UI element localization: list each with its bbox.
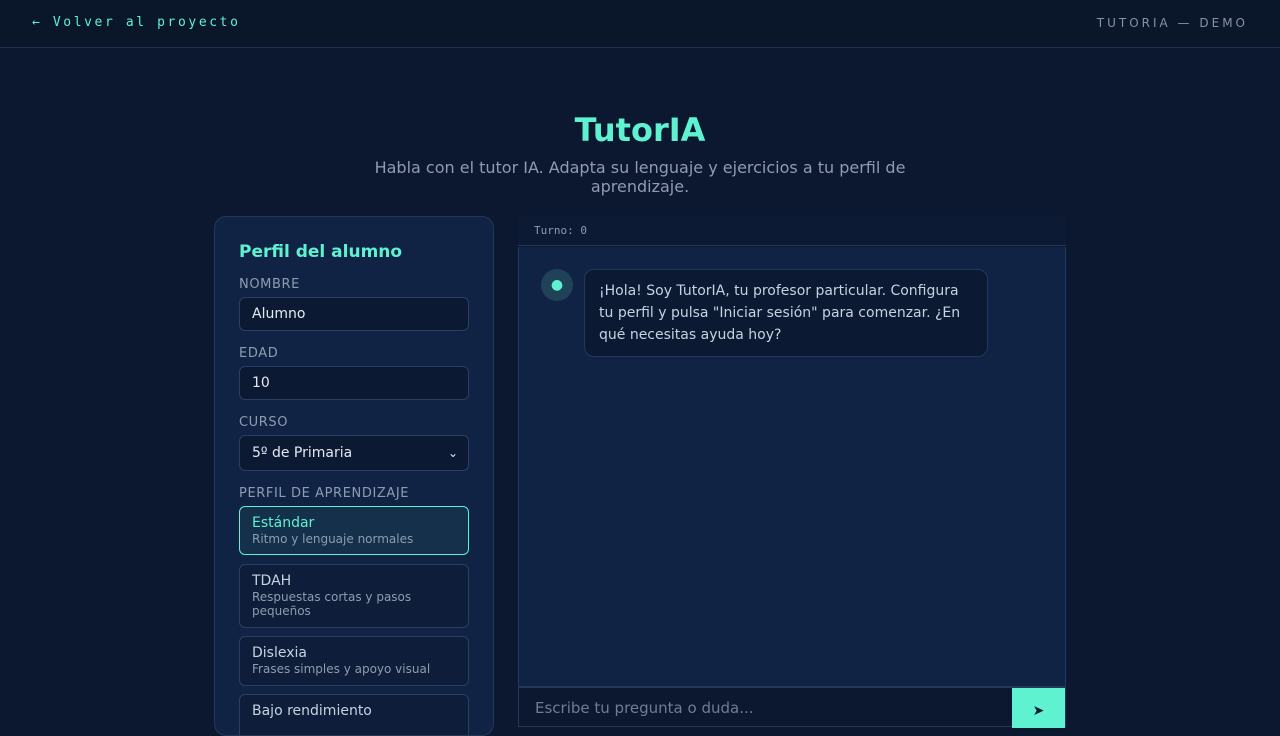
- profile-option-estandar[interactable]: Estándar Ritmo y lenguaje normales: [239, 506, 469, 555]
- back-to-project-link[interactable]: ← Volver al proyecto: [32, 15, 241, 30]
- chat-panel: ● ¡Hola! Soy TutorIA, tu profesor partic…: [518, 247, 1066, 687]
- chat-input-row: ➤: [518, 687, 1066, 728]
- name-input[interactable]: [239, 297, 469, 331]
- send-icon: ➤: [1032, 701, 1045, 718]
- bot-message: ¡Hola! Soy TutorIA, tu profesor particul…: [584, 269, 988, 357]
- chat-input[interactable]: [519, 688, 1013, 728]
- turn-bar: Turno: 0: [518, 216, 1066, 246]
- profile-option-bajo-rendimiento[interactable]: Bajo rendimiento: [239, 694, 469, 735]
- name-label: NOMBRE: [239, 277, 300, 292]
- student-profile-panel: Perfil del alumno NOMBRE EDAD CURSO 5º d…: [214, 216, 494, 736]
- age-label: EDAD: [239, 346, 279, 361]
- page-title: TutorIA: [574, 111, 706, 149]
- option-title: TDAH: [252, 573, 292, 589]
- option-description: Respuestas cortas y pasos pequeños: [252, 590, 412, 618]
- learning-profile-label: PERFIL DE APRENDIZAJE: [239, 486, 410, 501]
- page-subtitle: Habla con el tutor IA. Adapta su lenguaj…: [374, 158, 906, 196]
- send-button[interactable]: ➤: [1012, 688, 1065, 728]
- option-description: Ritmo y lenguaje normales: [252, 532, 414, 546]
- course-select-value: 5º de Primaria: [252, 445, 353, 461]
- profile-option-tdah[interactable]: TDAH Respuestas cortas y pasos pequeños: [239, 564, 469, 628]
- option-description: Frases simples y apoyo visual: [252, 662, 431, 676]
- panel-title: Perfil del alumno: [239, 242, 403, 262]
- brand-tag: TUTORIA — DEMO: [1096, 16, 1248, 30]
- robot-icon: ●: [541, 269, 573, 301]
- top-bar: ← Volver al proyecto TUTORIA — DEMO: [0, 0, 1280, 48]
- course-label: CURSO: [239, 415, 289, 430]
- option-title: Bajo rendimiento: [252, 703, 372, 719]
- turn-counter: Turno: 0: [534, 224, 587, 237]
- profile-option-dislexia[interactable]: Dislexia Frases simples y apoyo visual: [239, 636, 469, 686]
- chevron-down-icon: ⌄: [447, 446, 458, 460]
- age-input[interactable]: [239, 366, 469, 400]
- option-title: Dislexia: [252, 645, 307, 661]
- course-select[interactable]: 5º de Primaria ⌄: [239, 435, 469, 471]
- option-title: Estándar: [252, 515, 315, 531]
